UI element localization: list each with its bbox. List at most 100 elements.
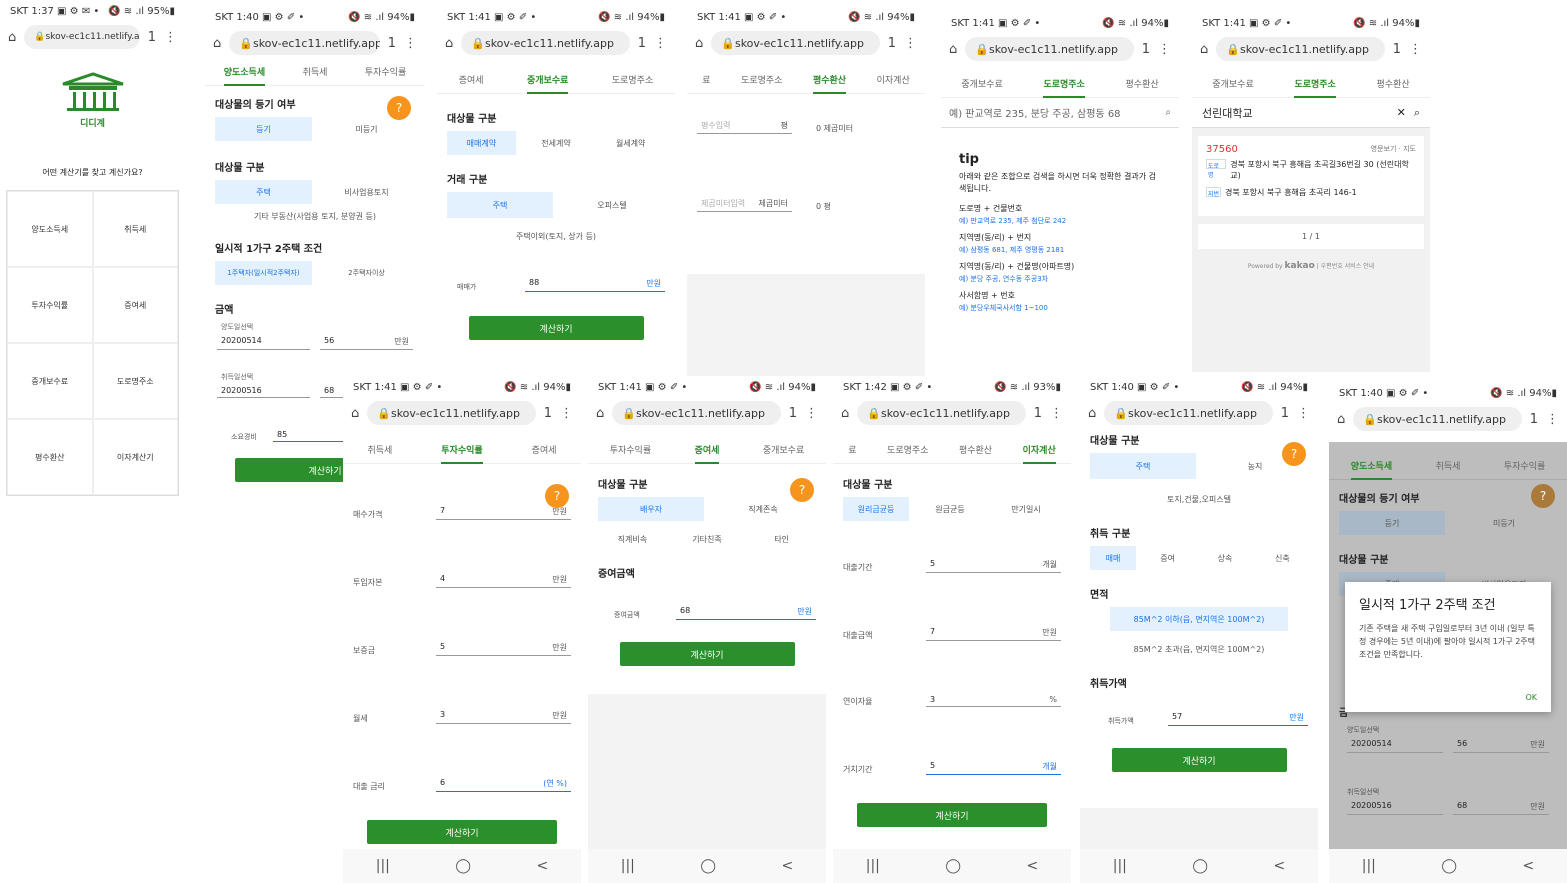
date-input[interactable]: 20200516 [1347, 799, 1443, 815]
menu-icon[interactable]: ⋮ [1158, 42, 1171, 57]
price-input[interactable]: 88 만원 [525, 276, 665, 292]
calculate-button[interactable]: 계산하기 [468, 316, 644, 340]
option-unregistered[interactable]: 미등기 [318, 117, 415, 141]
capital-input[interactable]: 4 만원 [436, 572, 571, 588]
tab-address[interactable]: 도로명주소 [887, 443, 928, 456]
home-icon[interactable]: ⌂ [445, 36, 453, 51]
option-house[interactable]: 주택 [215, 180, 312, 204]
menu-icon[interactable]: ⋮ [654, 36, 667, 51]
loan-rate-input[interactable]: 6 (연 %) [436, 776, 571, 792]
menu-icon[interactable]: ⋮ [904, 36, 917, 51]
help-button[interactable]: ? [545, 484, 569, 508]
home-icon[interactable]: ⌂ [695, 36, 703, 51]
recent-apps-icon[interactable]: ||| [866, 858, 880, 874]
home-icon[interactable]: ⌂ [1088, 406, 1096, 421]
home-nav-icon[interactable]: ◯ [700, 858, 716, 874]
tab-interest[interactable]: 이자계산 [1022, 443, 1056, 464]
search-icon[interactable]: ⌕ [1165, 107, 1171, 118]
home-nav-icon[interactable]: ◯ [1441, 858, 1457, 874]
tab-area[interactable]: 평수환산 [1126, 77, 1159, 90]
date-input[interactable]: 20200516 [217, 384, 310, 398]
menu-item[interactable]: 증여세 [92, 267, 178, 343]
back-icon[interactable]: < [537, 858, 549, 874]
option-gift[interactable]: 증여 [1142, 546, 1193, 570]
tabs-count-icon[interactable]: 1 [638, 36, 646, 51]
menu-icon[interactable]: ⋮ [1050, 406, 1063, 421]
tab-investment[interactable]: 투자수익률 [1504, 459, 1545, 472]
option-jeonse[interactable]: 전세계약 [522, 131, 591, 155]
home-icon[interactable]: ⌂ [596, 406, 604, 421]
rent-input[interactable]: 3 만원 [436, 708, 571, 724]
option-descendant[interactable]: 직계비속 [598, 527, 667, 551]
option-bullet[interactable]: 만기일시 [991, 497, 1061, 521]
tab-acquisition-tax[interactable]: 취득세 [303, 65, 328, 78]
menu-icon[interactable]: ⋮ [1297, 406, 1310, 421]
home-icon[interactable]: ⌂ [213, 36, 221, 51]
menu-icon[interactable]: ⋮ [805, 406, 818, 421]
url-field[interactable]: 🔒 skov-ec1c11.netlify.app [229, 31, 380, 55]
gift-amount-input[interactable]: 68 만원 [676, 604, 816, 620]
tab-interest[interactable]: 이자계산 [877, 73, 910, 86]
recent-apps-icon[interactable]: ||| [376, 858, 390, 874]
tab-investment[interactable]: 투자수익률 [365, 65, 406, 78]
tab-brokerage[interactable]: 중개보수료 [527, 73, 569, 94]
clear-icon[interactable]: ✕ [1397, 106, 1406, 119]
option-monthly[interactable]: 월세계약 [596, 131, 665, 155]
home-icon[interactable]: ⌂ [949, 42, 957, 57]
url-field[interactable]: 🔒 skov-ec1c11.netlify.app [1104, 401, 1273, 425]
url-field[interactable]: 🔒 skov-ec1c11.netlify.app [367, 401, 536, 425]
menu-icon[interactable]: ⋮ [404, 36, 417, 51]
home-icon[interactable]: ⌂ [351, 406, 359, 421]
tab-address[interactable]: 도로명주소 [1043, 77, 1085, 98]
tab-investment[interactable]: 투자수익률 [441, 443, 483, 464]
menu-item[interactable]: 도로명주소 [92, 343, 178, 419]
tab-brokerage[interactable]: 중개보수료 [961, 77, 1002, 90]
date-input[interactable]: 20200514 [1347, 737, 1443, 753]
menu-icon[interactable]: ⋮ [1409, 42, 1422, 57]
amount-input[interactable]: 68 만원 [1453, 799, 1549, 815]
menu-item[interactable]: 이자계산기 [92, 419, 178, 495]
calculate-button[interactable]: 계산하기 [1111, 748, 1287, 772]
option-purchase[interactable]: 매매 [1090, 546, 1136, 570]
home-nav-icon[interactable]: ◯ [1192, 858, 1208, 874]
option-small-area[interactable]: 85M^2 이하(읍, 면지역은 100M^2) [1110, 607, 1288, 631]
tabs-count-icon[interactable]: 1 [1393, 42, 1401, 57]
help-button[interactable]: ? [387, 96, 411, 120]
home-nav-icon[interactable]: ◯ [945, 858, 961, 874]
sqm-input[interactable]: 제곱미터입력 제곱미터 [697, 196, 792, 212]
back-icon[interactable]: < [782, 858, 794, 874]
option-officetel[interactable]: 오피스텔 [559, 193, 665, 217]
dialog-ok-button[interactable]: OK [1525, 693, 1537, 702]
option-inherit[interactable]: 상속 [1199, 546, 1250, 570]
loan-period-input[interactable]: 5 개월 [926, 557, 1061, 573]
tab-acquisition-tax[interactable]: 취득세 [1436, 459, 1461, 472]
menu-item[interactable]: 양도소득세 [7, 191, 93, 267]
search-bar[interactable]: 예) 판교역로 235, 분당 주공, 삼평동 68 ⌕ [941, 98, 1179, 128]
home-nav-icon[interactable]: ◯ [455, 858, 471, 874]
pyeong-input[interactable]: 평수입력 평 [697, 118, 792, 134]
tabs-count-icon[interactable]: 1 [544, 406, 552, 421]
option-equal-principal[interactable]: 원금균등 [915, 497, 985, 521]
tab-acquisition-tax[interactable]: 취득세 [367, 443, 392, 456]
url-field[interactable]: 🔒 skov-ec1c11.netlify.app [24, 25, 140, 49]
menu-item[interactable]: 중개보수료 [7, 343, 93, 419]
search-bar[interactable]: 선린대학교 ✕ ⌕ [1192, 98, 1430, 128]
tab-brokerage[interactable]: 료 [848, 443, 856, 456]
tabs-count-icon[interactable]: 1 [789, 406, 797, 421]
tab-gift-tax[interactable]: 증여세 [459, 73, 484, 86]
option-other[interactable]: 타인 [747, 527, 816, 551]
home-icon[interactable]: ⌂ [1200, 42, 1208, 57]
tab-area[interactable]: 평수환산 [1377, 77, 1410, 90]
back-icon[interactable]: < [1274, 858, 1286, 874]
tab-investment[interactable]: 투자수익률 [610, 443, 651, 456]
tabs-count-icon[interactable]: 1 [388, 36, 396, 51]
tab-address[interactable]: 도로명주소 [741, 73, 782, 86]
tabs-count-icon[interactable]: 1 [1530, 412, 1538, 427]
tab-transfer-tax[interactable]: 양도소득세 [1350, 459, 1393, 480]
calculate-button[interactable]: 계산하기 [619, 642, 795, 666]
amount-input[interactable]: 56 만원 [320, 334, 413, 350]
home-icon[interactable]: ⌂ [841, 406, 849, 421]
tab-area[interactable]: 평수환산 [812, 73, 847, 94]
url-field[interactable]: 🔒 skov-ec1c11.netlify.app [1353, 407, 1522, 431]
menu-icon[interactable]: ⋮ [560, 406, 573, 421]
